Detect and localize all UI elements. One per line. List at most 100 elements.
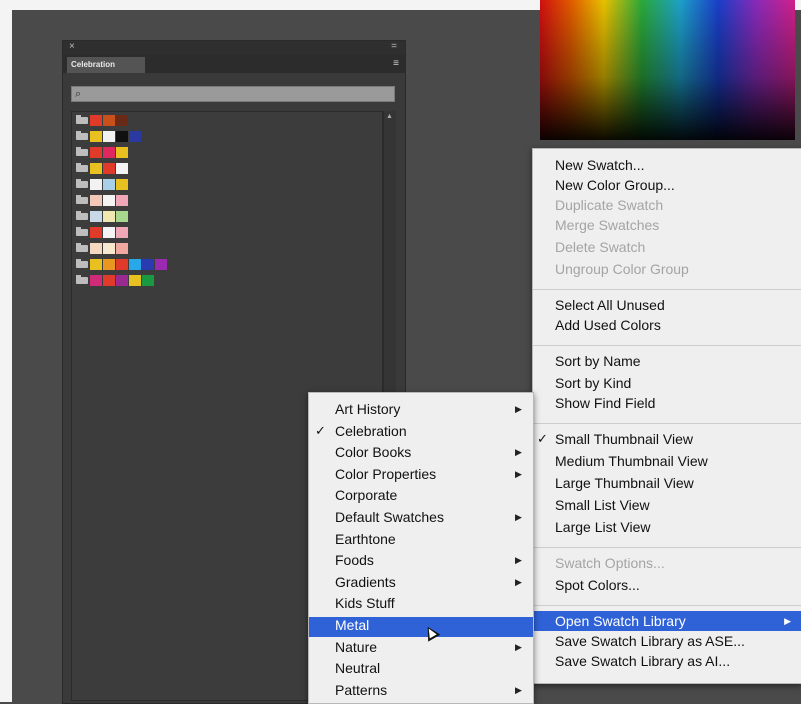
library-item[interactable]: Earthtone (335, 531, 396, 547)
submenu-arrow-icon: ▶ (784, 616, 791, 626)
menu-item[interactable]: Save Swatch Library as ASE... (555, 633, 745, 649)
swatch[interactable] (155, 258, 167, 270)
swatch[interactable] (90, 210, 102, 222)
swatch[interactable] (103, 226, 115, 238)
swatch[interactable] (142, 258, 154, 270)
swatch[interactable] (103, 274, 115, 286)
swatch[interactable] (90, 258, 102, 270)
menu-separator (533, 289, 801, 290)
library-item[interactable]: Metal (335, 617, 369, 633)
swatch[interactable] (129, 274, 141, 286)
menu-item[interactable]: Spot Colors... (555, 577, 640, 593)
menu-item: Ungroup Color Group (555, 261, 689, 277)
menu-item[interactable]: Sort by Name (555, 353, 641, 369)
library-item[interactable]: Corporate (335, 487, 397, 503)
swatch[interactable] (116, 162, 128, 174)
color-spectrum[interactable] (540, 0, 795, 140)
library-item[interactable]: Art History (335, 401, 400, 417)
swatch[interactable] (90, 130, 102, 142)
collapse-icon[interactable]: = (391, 41, 397, 53)
swatch-group-row[interactable] (76, 178, 129, 190)
menu-item[interactable]: Large List View (555, 519, 650, 535)
scroll-up-icon[interactable]: ▲ (386, 113, 393, 120)
swatch-group-row[interactable] (76, 274, 155, 286)
swatch-group-row[interactable] (76, 258, 168, 270)
menu-item[interactable]: Sort by Kind (555, 375, 631, 391)
swatch-group-row[interactable] (76, 114, 129, 126)
close-icon[interactable]: × (69, 41, 75, 53)
swatch-group-row[interactable] (76, 242, 129, 254)
swatch[interactable] (116, 226, 128, 238)
search-input[interactable]: ⌕ (71, 86, 395, 102)
swatch[interactable] (116, 274, 128, 286)
swatch[interactable] (90, 226, 102, 238)
swatch[interactable] (142, 274, 154, 286)
swatch[interactable] (103, 210, 115, 222)
swatch[interactable] (103, 130, 115, 142)
swatch[interactable] (90, 162, 102, 174)
menu-item[interactable]: Show Find Field (555, 395, 655, 411)
swatch-group-row[interactable] (76, 210, 129, 222)
menu-item[interactable]: New Swatch... (555, 157, 644, 173)
swatch-group-row[interactable] (76, 162, 129, 174)
swatch[interactable] (90, 178, 102, 190)
menu-separator (533, 605, 801, 606)
swatch[interactable] (103, 146, 115, 158)
swatch[interactable] (116, 258, 128, 270)
swatch[interactable] (103, 178, 115, 190)
swatch[interactable] (116, 114, 128, 126)
swatch[interactable] (116, 210, 128, 222)
swatch[interactable] (116, 194, 128, 206)
swatch[interactable] (103, 258, 115, 270)
swatch[interactable] (90, 194, 102, 206)
menu-item[interactable]: Small List View (555, 497, 650, 513)
library-item[interactable]: Neutral (335, 660, 380, 676)
swatch[interactable] (90, 146, 102, 158)
swatch[interactable] (129, 130, 141, 142)
menu-item[interactable]: New Color Group... (555, 177, 675, 193)
tab-celebration[interactable]: Celebration (67, 57, 145, 73)
menu-item[interactable]: Open Swatch Library (555, 613, 686, 629)
menu-item[interactable]: Select All Unused (555, 297, 665, 313)
folder-icon (76, 194, 88, 204)
library-item[interactable]: Patterns (335, 682, 387, 698)
swatch[interactable] (116, 130, 128, 142)
menu-item: Merge Swatches (555, 217, 660, 233)
swatch[interactable] (103, 242, 115, 254)
swatch-library-submenu: Art History ▶ Celebration ✓ Color Books ▶ Colo… (308, 392, 534, 704)
folder-icon (76, 226, 88, 236)
menu-item[interactable]: Save Swatch Library as AI... (555, 653, 730, 669)
library-item[interactable]: Default Swatches (335, 509, 444, 525)
swatch[interactable] (103, 162, 115, 174)
library-item[interactable]: Color Books (335, 444, 411, 460)
swatch-group-row[interactable] (76, 194, 129, 206)
swatch[interactable] (103, 114, 115, 126)
menu-item[interactable]: Large Thumbnail View (555, 475, 694, 491)
swatch[interactable] (116, 242, 128, 254)
library-item[interactable]: Gradients (335, 574, 396, 590)
swatch[interactable] (90, 114, 102, 126)
library-item[interactable]: Foods (335, 552, 374, 568)
library-item[interactable]: Celebration (335, 423, 407, 439)
menu-item[interactable]: Small Thumbnail View (555, 431, 693, 447)
menu-separator (533, 423, 801, 424)
swatch[interactable] (90, 242, 102, 254)
folder-icon (76, 178, 88, 188)
panel-title-bar[interactable]: × = (63, 41, 405, 55)
folder-icon (76, 146, 88, 156)
library-item[interactable]: Nature (335, 639, 377, 655)
swatch-group-row[interactable] (76, 130, 142, 142)
swatch[interactable] (116, 178, 128, 190)
library-item[interactable]: Kids Stuff (335, 595, 395, 611)
swatch-group-row[interactable] (76, 226, 129, 238)
folder-icon (76, 130, 88, 140)
panel-menu-icon[interactable]: ≡ (393, 58, 399, 70)
library-item[interactable]: Color Properties (335, 466, 436, 482)
swatch[interactable] (116, 146, 128, 158)
swatch[interactable] (129, 258, 141, 270)
swatch[interactable] (103, 194, 115, 206)
swatch[interactable] (90, 274, 102, 286)
menu-item[interactable]: Medium Thumbnail View (555, 453, 708, 469)
swatch-group-row[interactable] (76, 146, 129, 158)
menu-item[interactable]: Add Used Colors (555, 317, 661, 333)
